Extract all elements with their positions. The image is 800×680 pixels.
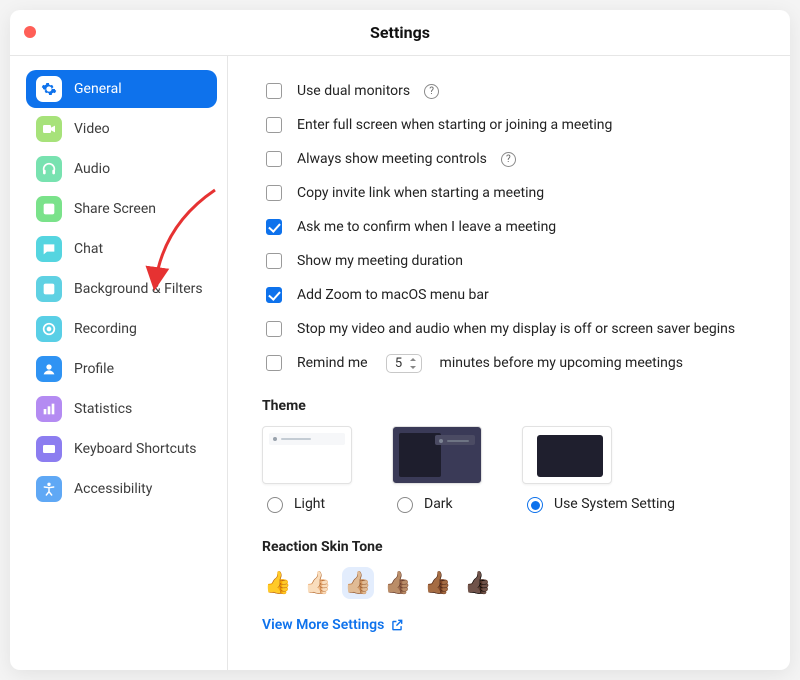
option-label: Ask me to confirm when I leave a meeting	[297, 219, 556, 235]
sidebar-item-label: Video	[74, 121, 110, 137]
sidebar-item-statistics[interactable]: Statistics	[26, 390, 217, 428]
theme-option-light[interactable]: Light	[262, 426, 352, 513]
theme-label: Dark	[424, 496, 453, 512]
option-checkbox[interactable]	[266, 117, 282, 133]
skin-tone-option[interactable]: 👍	[262, 567, 294, 599]
option-checkbox[interactable]	[266, 253, 282, 269]
option-row: Stop my video and audio when my display …	[262, 312, 764, 346]
remind-minutes-stepper[interactable]: 5	[386, 354, 422, 373]
general-panel: Use dual monitors? Enter full screen when…	[228, 56, 790, 670]
keyboard-icon	[36, 436, 62, 462]
option-label: Always show meeting controls	[297, 151, 487, 167]
sidebar-item-label: Recording	[74, 321, 137, 337]
option-row: Use dual monitors?	[262, 74, 764, 108]
record-icon	[36, 316, 62, 342]
skin-tone-option[interactable]: 👍🏾	[422, 567, 454, 599]
share-icon	[36, 196, 62, 222]
sidebar-item-label: Audio	[74, 161, 110, 177]
skin-tone-option[interactable]: 👍🏼	[342, 567, 374, 599]
option-checkbox[interactable]	[266, 321, 282, 337]
stats-icon	[36, 396, 62, 422]
theme-radio-light[interactable]	[267, 497, 283, 513]
sidebar-item-label: Accessibility	[74, 481, 152, 497]
option-checkbox[interactable]	[266, 83, 282, 99]
sidebar-item-chat[interactable]: Chat	[26, 230, 217, 268]
theme-radio-system[interactable]	[527, 497, 543, 513]
chat-icon	[36, 236, 62, 262]
theme-heading: Theme	[262, 398, 764, 414]
option-row: Show my meeting duration	[262, 244, 764, 278]
headphones-icon	[36, 156, 62, 182]
sidebar-item-accessibility[interactable]: Accessibility	[26, 470, 217, 508]
titlebar: Settings	[10, 10, 790, 56]
sidebar-item-general[interactable]: General	[26, 70, 217, 108]
theme-label: Light	[294, 496, 325, 512]
option-remind-me: Remind me 5 minutes before my upcoming m…	[262, 346, 764, 380]
option-row: Enter full screen when starting or joini…	[262, 108, 764, 142]
window-controls	[24, 26, 36, 38]
view-more-label: View More Settings	[262, 617, 384, 633]
option-row: Copy invite link when starting a meeting	[262, 176, 764, 210]
theme-radio-dark[interactable]	[397, 497, 413, 513]
sidebar: General Video Audio Share Screen Chat Backgro…	[10, 56, 228, 670]
sidebar-item-profile[interactable]: Profile	[26, 350, 217, 388]
skin-tone-picker: 👍👍🏻👍🏼👍🏽👍🏾👍🏿	[262, 567, 764, 599]
option-checkbox[interactable]	[266, 287, 282, 303]
theme-option-system[interactable]: Use System Setting	[522, 426, 675, 513]
sidebar-item-share-screen[interactable]: Share Screen	[26, 190, 217, 228]
option-label: Enter full screen when starting or joini…	[297, 117, 612, 133]
sidebar-item-recording[interactable]: Recording	[26, 310, 217, 348]
option-checkbox[interactable]	[266, 151, 282, 167]
accessibility-icon	[36, 476, 62, 502]
help-icon[interactable]: ?	[424, 84, 439, 99]
sidebar-item-audio[interactable]: Audio	[26, 150, 217, 188]
body: General Video Audio Share Screen Chat Backgro…	[10, 56, 790, 670]
option-row: Ask me to confirm when I leave a meeting	[262, 210, 764, 244]
skin-tone-option[interactable]: 👍🏻	[302, 567, 334, 599]
option-label: Add Zoom to macOS menu bar	[297, 287, 489, 303]
skin-tone-heading: Reaction Skin Tone	[262, 539, 764, 555]
gear-icon	[36, 76, 62, 102]
theme-option-dark[interactable]: Dark	[392, 426, 482, 513]
remind-suffix: minutes before my upcoming meetings	[440, 355, 683, 371]
window-title: Settings	[370, 23, 430, 42]
sidebar-item-label: General	[74, 81, 122, 97]
sidebar-item-label: Statistics	[74, 401, 132, 417]
settings-window: Settings General Video Audio Share Screen Ch…	[10, 10, 790, 670]
external-link-icon	[390, 618, 404, 632]
remind-prefix: Remind me	[297, 355, 368, 371]
close-window-button[interactable]	[24, 26, 36, 38]
view-more-settings-link[interactable]: View More Settings	[262, 617, 404, 633]
theme-preview-dark	[392, 426, 482, 484]
sidebar-item-label: Chat	[74, 241, 103, 257]
sidebar-item-label: Profile	[74, 361, 114, 377]
option-label: Stop my video and audio when my display …	[297, 321, 735, 337]
theme-options: Light Dark Use System Setting	[262, 426, 764, 513]
sidebar-item-keyboard-shortcuts[interactable]: Keyboard Shortcuts	[26, 430, 217, 468]
sidebar-item-video[interactable]: Video	[26, 110, 217, 148]
option-row: Always show meeting controls?	[262, 142, 764, 176]
option-label: Show my meeting duration	[297, 253, 463, 269]
theme-preview-system	[522, 426, 612, 484]
theme-label: Use System Setting	[554, 496, 675, 512]
help-icon[interactable]: ?	[501, 152, 516, 167]
video-icon	[36, 116, 62, 142]
option-label: Copy invite link when starting a meeting	[297, 185, 544, 201]
skin-tone-option[interactable]: 👍🏽	[382, 567, 414, 599]
option-label: Use dual monitors	[297, 83, 410, 99]
sidebar-item-label: Background & Filters	[74, 281, 203, 297]
option-checkbox[interactable]	[266, 219, 282, 235]
skin-tone-option[interactable]: 👍🏿	[462, 567, 494, 599]
background-icon	[36, 276, 62, 302]
profile-icon	[36, 356, 62, 382]
sidebar-item-label: Keyboard Shortcuts	[74, 441, 197, 457]
option-row: Add Zoom to macOS menu bar	[262, 278, 764, 312]
theme-preview-light	[262, 426, 352, 484]
option-checkbox[interactable]	[266, 185, 282, 201]
remind-me-checkbox[interactable]	[266, 355, 282, 371]
sidebar-item-label: Share Screen	[74, 201, 156, 217]
sidebar-item-background-filters[interactable]: Background & Filters	[26, 270, 217, 308]
